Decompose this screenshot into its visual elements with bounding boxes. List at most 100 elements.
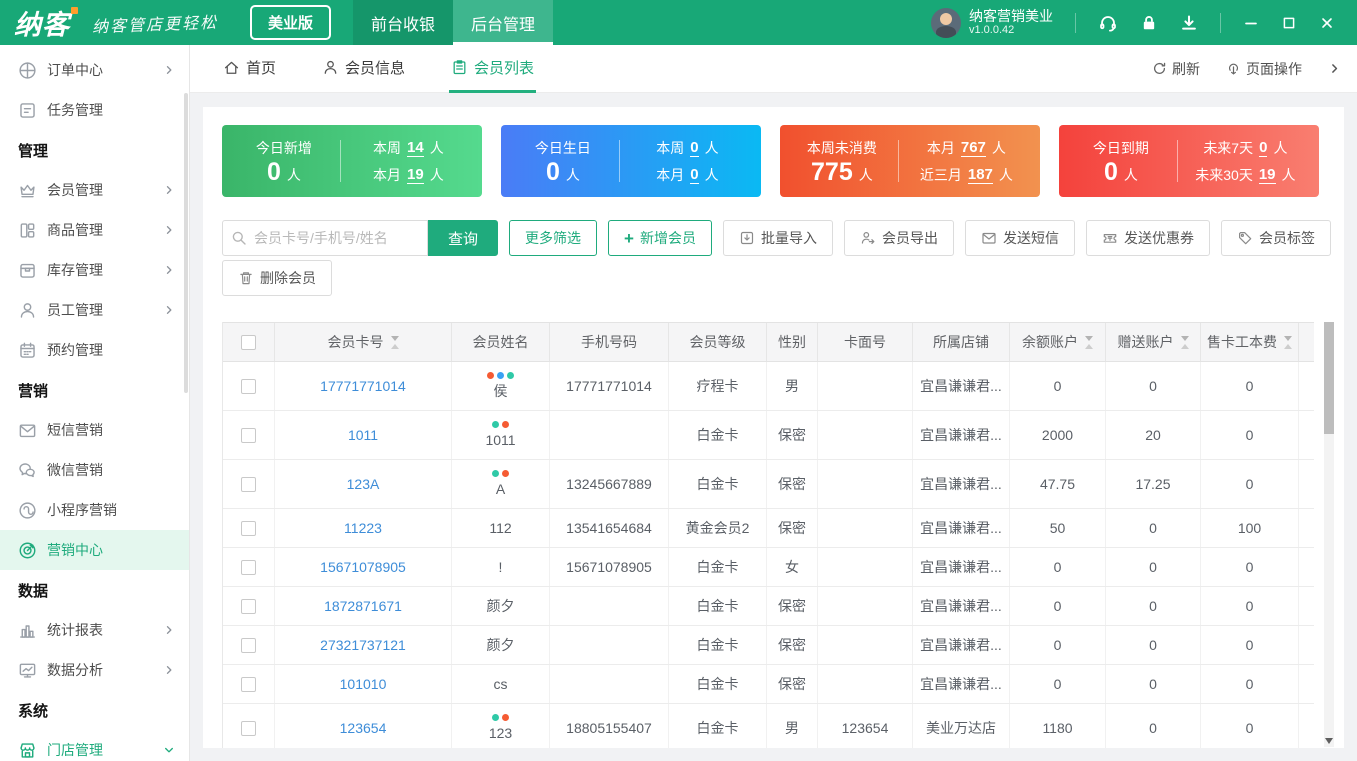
row-checkbox[interactable] [241, 677, 256, 692]
tab-member-info[interactable]: 会员信息 [320, 45, 407, 93]
query-button[interactable]: 查询 [428, 220, 498, 256]
cell-name: 1011 [452, 411, 550, 459]
send-coupon-button[interactable]: 发送优惠券 [1086, 220, 1210, 256]
edition-button[interactable]: 美业版 [250, 5, 331, 40]
sidebar-item-task-management[interactable]: 任务管理 [0, 90, 189, 130]
scrollbar-thumb[interactable] [1324, 322, 1334, 434]
lock-icon[interactable] [1140, 14, 1158, 32]
batch-import-button[interactable]: 批量导入 [723, 220, 833, 256]
stat-row-value-link[interactable]: 187 [968, 166, 993, 184]
search-input[interactable] [222, 220, 428, 256]
avatar[interactable] [931, 8, 961, 38]
page-ops-button[interactable]: 页面操作 [1226, 59, 1302, 79]
select-all-checkbox[interactable] [241, 335, 256, 350]
stat-row-value-link[interactable]: 19 [407, 166, 424, 184]
user-account[interactable]: 纳客营销美业 v1.0.0.42 [931, 8, 1053, 38]
column-header-level[interactable]: 会员等级 [669, 323, 767, 361]
nav-tab-cashier[interactable]: 前台收银 [353, 0, 453, 45]
close-icon[interactable] [1319, 15, 1335, 31]
stat-row-value-link[interactable]: 14 [407, 139, 424, 157]
cell-card_no: 123654 [275, 704, 452, 748]
sort-icon[interactable] [391, 336, 399, 349]
sidebar-item-inventory-management[interactable]: 库存管理 [0, 250, 189, 290]
sort-icon[interactable] [1284, 336, 1292, 349]
more-filter-button[interactable]: 更多筛选 [509, 220, 597, 256]
column-header-balance[interactable]: 余额账户 [1010, 323, 1106, 361]
row-checkbox[interactable] [241, 521, 256, 536]
row-checkbox[interactable] [241, 379, 256, 394]
row-checkbox[interactable] [241, 428, 256, 443]
sidebar-item-goods-management[interactable]: 商品管理 [0, 210, 189, 250]
row-checkbox[interactable] [241, 638, 256, 653]
row-checkbox[interactable] [241, 477, 256, 492]
cell-card_no: 101010 [275, 665, 452, 703]
page-ops-label: 页面操作 [1246, 59, 1302, 79]
stat-row-value-link[interactable]: 767 [961, 139, 986, 157]
sidebar-item-miniprogram-marketing[interactable]: 小程序营销 [0, 490, 189, 530]
member-card-link[interactable]: 123A [347, 475, 380, 493]
cell-balance: 47.75 [1010, 460, 1106, 508]
stat-row-value-link[interactable]: 0 [690, 166, 698, 184]
nav-tab-admin[interactable]: 后台管理 [453, 0, 553, 45]
scrollbar-down-arrow[interactable] [1325, 738, 1333, 744]
stat-main: 今日新增0人 [228, 138, 340, 185]
sort-icon[interactable] [1181, 336, 1189, 349]
column-header-gender[interactable]: 性别 [767, 323, 818, 361]
cell-card_fee: 0 [1201, 626, 1299, 664]
refresh-button[interactable]: 刷新 [1152, 59, 1200, 79]
sort-icon[interactable] [1085, 336, 1093, 349]
sidebar-item-data-analysis[interactable]: 数据分析 [0, 650, 189, 690]
export-member-button[interactable]: 会员导出 [844, 220, 954, 256]
sidebar-scrollbar[interactable] [184, 93, 188, 393]
add-member-button[interactable]: +新增会员 [608, 220, 712, 256]
stat-row-value-link[interactable]: 19 [1259, 166, 1276, 184]
row-checkbox[interactable] [241, 721, 256, 736]
column-header-checkbox[interactable] [223, 323, 275, 361]
tab-home[interactable]: 首页 [221, 45, 278, 93]
member-card-link[interactable]: 123654 [340, 719, 387, 737]
sidebar-item-statistics-report[interactable]: 统计报表 [0, 610, 189, 650]
column-header-name[interactable]: 会员姓名 [452, 323, 550, 361]
service-icon[interactable] [1098, 13, 1118, 33]
sidebar-item-appointment-management[interactable]: 预约管理 [0, 330, 189, 370]
sidebar-item-member-management[interactable]: 会员管理 [0, 170, 189, 210]
member-card-link[interactable]: 11223 [344, 519, 382, 537]
maximize-icon[interactable] [1281, 15, 1297, 31]
download-icon[interactable] [1180, 14, 1198, 32]
sidebar-item-staff-management[interactable]: 员工管理 [0, 290, 189, 330]
member-card-link[interactable]: 1011 [348, 426, 378, 444]
sidebar-item-order-center[interactable]: 订单中心 [0, 50, 189, 90]
cell-checkbox [223, 704, 275, 748]
member-card-link[interactable]: 27321737121 [320, 636, 406, 654]
cell-balance: 0 [1010, 626, 1106, 664]
column-header-card_no[interactable]: 会员卡号 [275, 323, 452, 361]
member-card-link[interactable]: 17771771014 [320, 377, 406, 395]
member-card-link[interactable]: 101010 [340, 675, 387, 693]
sidebar-item-marketing-center[interactable]: 营销中心 [0, 530, 189, 570]
table-scrollbar[interactable] [1324, 322, 1334, 747]
member-tag-button[interactable]: 会员标签 [1221, 220, 1331, 256]
member-card-link[interactable]: 1872871671 [324, 597, 402, 615]
delete-member-button[interactable]: 删除会员 [222, 260, 332, 296]
minimize-icon[interactable] [1243, 15, 1259, 31]
stat-row-value-link[interactable]: 0 [1259, 139, 1267, 157]
row-checkbox[interactable] [241, 560, 256, 575]
sidebar-item-label: 统计报表 [47, 620, 163, 640]
sidebar-item-store-management[interactable]: 门店管理 [0, 730, 189, 761]
member-tag-dots [492, 421, 509, 428]
column-header-gift[interactable]: 赠送账户 [1106, 323, 1201, 361]
cell-phone: 18805155407 [550, 704, 669, 748]
column-header-card_face[interactable]: 卡面号 [818, 323, 913, 361]
sidebar-item-wechat-marketing[interactable]: 微信营销 [0, 450, 189, 490]
cell-filler [1299, 411, 1314, 459]
send-sms-button[interactable]: 发送短信 [965, 220, 1075, 256]
column-header-card_fee[interactable]: 售卡工本费 [1201, 323, 1299, 361]
chevron-right-icon[interactable] [1328, 62, 1341, 75]
stat-row-value-link[interactable]: 0 [690, 139, 698, 157]
member-card-link[interactable]: 15671078905 [320, 558, 406, 576]
column-header-store[interactable]: 所属店铺 [913, 323, 1010, 361]
tab-member-list[interactable]: 会员列表 [449, 45, 536, 93]
row-checkbox[interactable] [241, 599, 256, 614]
sidebar-item-sms-marketing[interactable]: 短信营销 [0, 410, 189, 450]
column-header-phone[interactable]: 手机号码 [550, 323, 669, 361]
